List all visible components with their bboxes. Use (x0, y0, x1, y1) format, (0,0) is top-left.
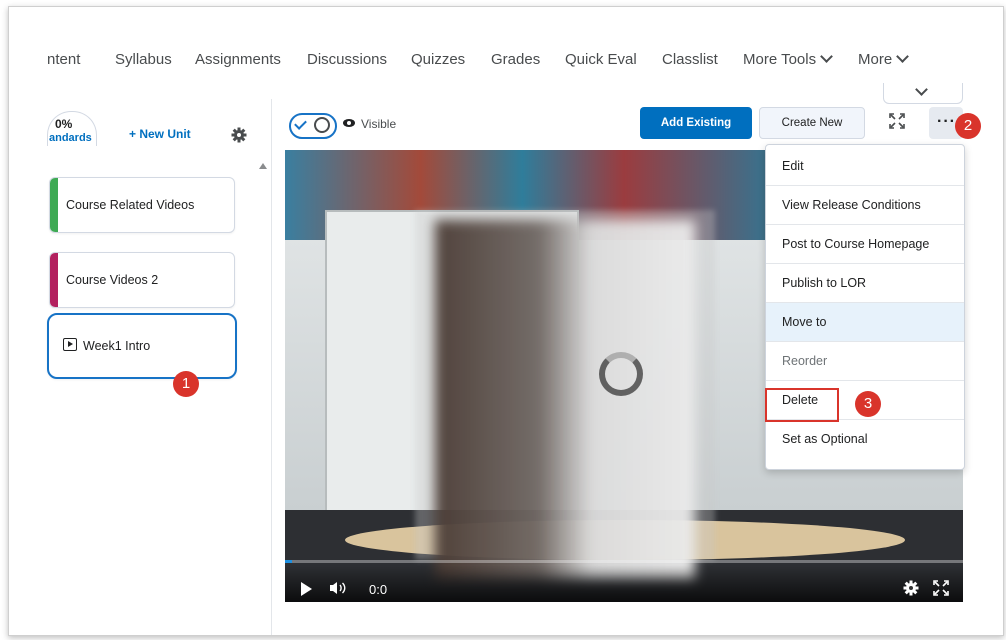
video-progress-bar[interactable] (285, 560, 963, 563)
volume-icon[interactable] (329, 580, 347, 596)
unit-color-bar (50, 253, 58, 307)
video-blurred-person (435, 220, 695, 580)
gear-icon[interactable] (231, 127, 247, 143)
progress-value: 0% (55, 117, 73, 131)
nav-quizzes[interactable]: Quizzes (411, 51, 465, 68)
chevron-down-icon (820, 50, 833, 63)
video-time: 0:0 (369, 582, 388, 597)
menu-item-post-to-course-homepage[interactable]: Post to Course Homepage (766, 225, 964, 264)
visible-label: Visible (361, 117, 397, 131)
top-navigation: ntent Syllabus Assignments Discussions Q… (9, 7, 1003, 107)
nav-more-label: More (858, 51, 893, 68)
step-badge-3: 3 (855, 391, 881, 417)
nav-overflow-dropdown[interactable] (883, 83, 963, 104)
video-fullscreen-icon[interactable] (933, 580, 949, 596)
menu-item-reorder[interactable]: Reorder (766, 342, 964, 381)
delete-highlight-box (765, 388, 839, 422)
nav-assignments[interactable]: Assignments (195, 51, 281, 68)
units-sidebar: 0% andards + New Unit Course Related Vid… (9, 99, 272, 635)
eye-icon (343, 119, 355, 127)
menu-item-edit[interactable]: Edit (766, 147, 964, 186)
unit-label: Course Videos 2 (66, 273, 159, 287)
toggle-knob (314, 117, 330, 133)
more-options-dots: ··· (937, 113, 956, 130)
nav-syllabus[interactable]: Syllabus (115, 51, 172, 68)
create-new-button[interactable]: Create New (759, 107, 865, 139)
fullscreen-icon[interactable] (889, 113, 905, 129)
scroll-up-arrow[interactable] (259, 163, 267, 169)
chevron-down-icon (915, 83, 928, 96)
nav-more-tools[interactable]: More Tools (743, 50, 833, 68)
visibility-toggle[interactable] (289, 113, 337, 139)
add-existing-button[interactable]: Add Existing (640, 107, 752, 139)
unit-card-selected[interactable]: Week1 Intro (47, 313, 237, 379)
nav-grades[interactable]: Grades (491, 51, 540, 68)
check-icon (294, 117, 307, 130)
menu-item-move-to[interactable]: Move to (766, 303, 964, 342)
unit-card[interactable]: Course Related Videos (49, 177, 235, 233)
nav-content[interactable]: ntent (47, 51, 80, 68)
nav-discussions[interactable]: Discussions (307, 51, 387, 68)
unit-label: Course Related Videos (66, 198, 195, 212)
step-badge-1: 1 (173, 371, 199, 397)
new-unit-button[interactable]: + New Unit (129, 127, 191, 141)
video-progress-fill (285, 560, 292, 563)
video-topic-icon (63, 338, 77, 351)
video-settings-icon[interactable] (903, 580, 919, 596)
unit-label: Week1 Intro (83, 339, 151, 353)
standards-link[interactable]: andards (49, 132, 92, 144)
unit-color-bar (50, 178, 58, 232)
nav-quick-eval[interactable]: Quick Eval (565, 51, 637, 68)
menu-item-view-release-conditions[interactable]: View Release Conditions (766, 186, 964, 225)
chevron-down-icon (896, 50, 910, 63)
menu-item-publish-to-lor[interactable]: Publish to LOR (766, 264, 964, 303)
unit-card[interactable]: Course Videos 2 (49, 252, 235, 308)
nav-more[interactable]: More (858, 50, 910, 68)
app-frame: ntent Syllabus Assignments Discussions Q… (8, 6, 1004, 636)
play-icon[interactable] (301, 582, 312, 596)
menu-item-set-as-optional[interactable]: Set as Optional (766, 420, 964, 459)
nav-classlist[interactable]: Classlist (662, 51, 718, 68)
loading-spinner-icon (599, 352, 643, 396)
nav-more-tools-label: More Tools (743, 51, 817, 68)
step-badge-2: 2 (955, 113, 981, 139)
